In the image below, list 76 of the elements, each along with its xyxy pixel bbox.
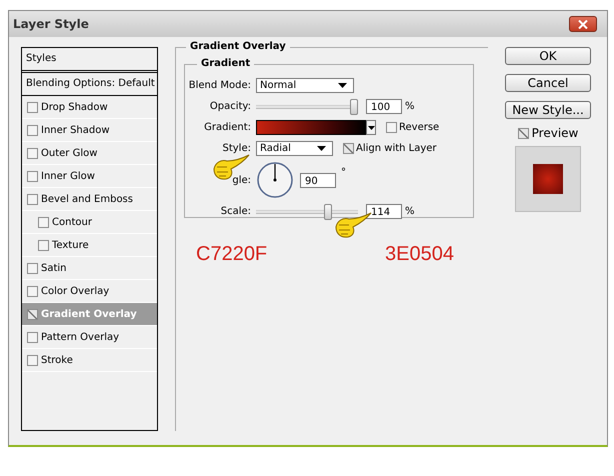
style-label: Pattern Overlay (41, 332, 120, 342)
style-label: Texture (52, 240, 89, 250)
style-item[interactable]: Drop Shadow (22, 96, 157, 119)
style-label: Inner Shadow (41, 124, 110, 136)
field-label: Scale: (220, 206, 251, 217)
style-label: Outer Glow (41, 148, 98, 158)
preview-swatch (533, 164, 563, 194)
checkbox-label: Align with Layer (356, 143, 437, 154)
style-label: Color Overlay (41, 286, 110, 296)
style-item[interactable]: Bevel and Emboss (22, 188, 157, 211)
checkbox[interactable] (27, 354, 38, 366)
checkbox[interactable] (27, 170, 38, 182)
style-item[interactable]: Inner Shadow (22, 119, 157, 142)
color-code-text: 3E0504 (385, 243, 454, 266)
blend-mode-dropdown[interactable]: Normal (256, 78, 354, 93)
checkbox[interactable] (27, 124, 38, 136)
checkbox[interactable] (27, 148, 38, 158)
styles-header[interactable]: Styles (22, 48, 157, 73)
checkbox[interactable] (386, 122, 397, 133)
color-code-text: C7220F (196, 243, 268, 266)
scale-field[interactable]: 114 (366, 204, 402, 219)
checkbox-label: Reverse (399, 122, 440, 133)
style-item[interactable]: Inner Glow (22, 165, 157, 188)
caret-icon (368, 126, 374, 130)
caret-icon (317, 146, 326, 151)
checkbox[interactable] (27, 286, 38, 296)
unit-label: % (405, 206, 415, 217)
dialog-button[interactable]: OK (505, 47, 591, 65)
slider-thumb[interactable] (350, 98, 358, 114)
checkbox[interactable] (27, 332, 38, 342)
angle-dial[interactable] (256, 161, 294, 199)
gradient-dropdown-button[interactable] (366, 120, 376, 135)
checkbox[interactable] (27, 102, 38, 112)
style-item[interactable]: Contour (22, 211, 157, 234)
checkbox[interactable] (343, 143, 354, 154)
panel-title: Gradient Overlay (186, 41, 290, 52)
style-label: Inner Glow (41, 170, 95, 182)
field-label: Gradient: (203, 122, 251, 133)
angle-field[interactable]: 90 (300, 172, 336, 188)
style-item[interactable]: Texture (22, 234, 157, 257)
style-item[interactable]: Satin (22, 257, 157, 280)
close-button[interactable] (569, 16, 597, 32)
style-label: Contour (52, 216, 92, 228)
pointing-hand-icon (333, 211, 373, 239)
field-label: Style: (222, 143, 251, 154)
style-label: Satin (41, 262, 67, 274)
close-icon (578, 20, 588, 28)
style-label: Stroke (41, 354, 73, 366)
style-dropdown[interactable]: Radial (256, 141, 333, 156)
checkbox[interactable] (27, 262, 38, 274)
checkbox[interactable] (38, 240, 49, 250)
style-item[interactable]: Pattern Overlay (22, 326, 157, 349)
slider-thumb[interactable] (324, 204, 332, 220)
caret-icon (338, 83, 347, 88)
checkbox[interactable] (27, 308, 38, 320)
opacity-field[interactable]: 100 (366, 99, 402, 114)
checkbox[interactable] (27, 194, 38, 204)
dialog-button[interactable]: Cancel (505, 74, 591, 92)
style-label: Drop Shadow (41, 102, 108, 112)
unit-label: ° (341, 167, 346, 178)
checkbox[interactable] (518, 128, 529, 138)
style-label: Bevel and Emboss (41, 194, 133, 204)
group-title: Gradient (197, 58, 254, 69)
window-title: Layer Style (13, 17, 89, 31)
unit-label: % (405, 101, 415, 112)
style-item[interactable]: Stroke (22, 349, 157, 372)
style-label: Gradient Overlay (41, 308, 137, 320)
dialog-button[interactable]: New Style... (505, 101, 591, 119)
field-label: Opacity: (208, 101, 251, 112)
checkbox-label: Preview (532, 126, 578, 140)
gradient-swatch[interactable] (256, 120, 366, 135)
blending-options-item[interactable]: Blending Options: Default (22, 73, 157, 96)
field-label: gle: (231, 174, 251, 186)
field-label: Blend Mode: (188, 80, 251, 91)
style-item[interactable]: Outer Glow (22, 142, 157, 165)
checkbox[interactable] (38, 216, 49, 228)
